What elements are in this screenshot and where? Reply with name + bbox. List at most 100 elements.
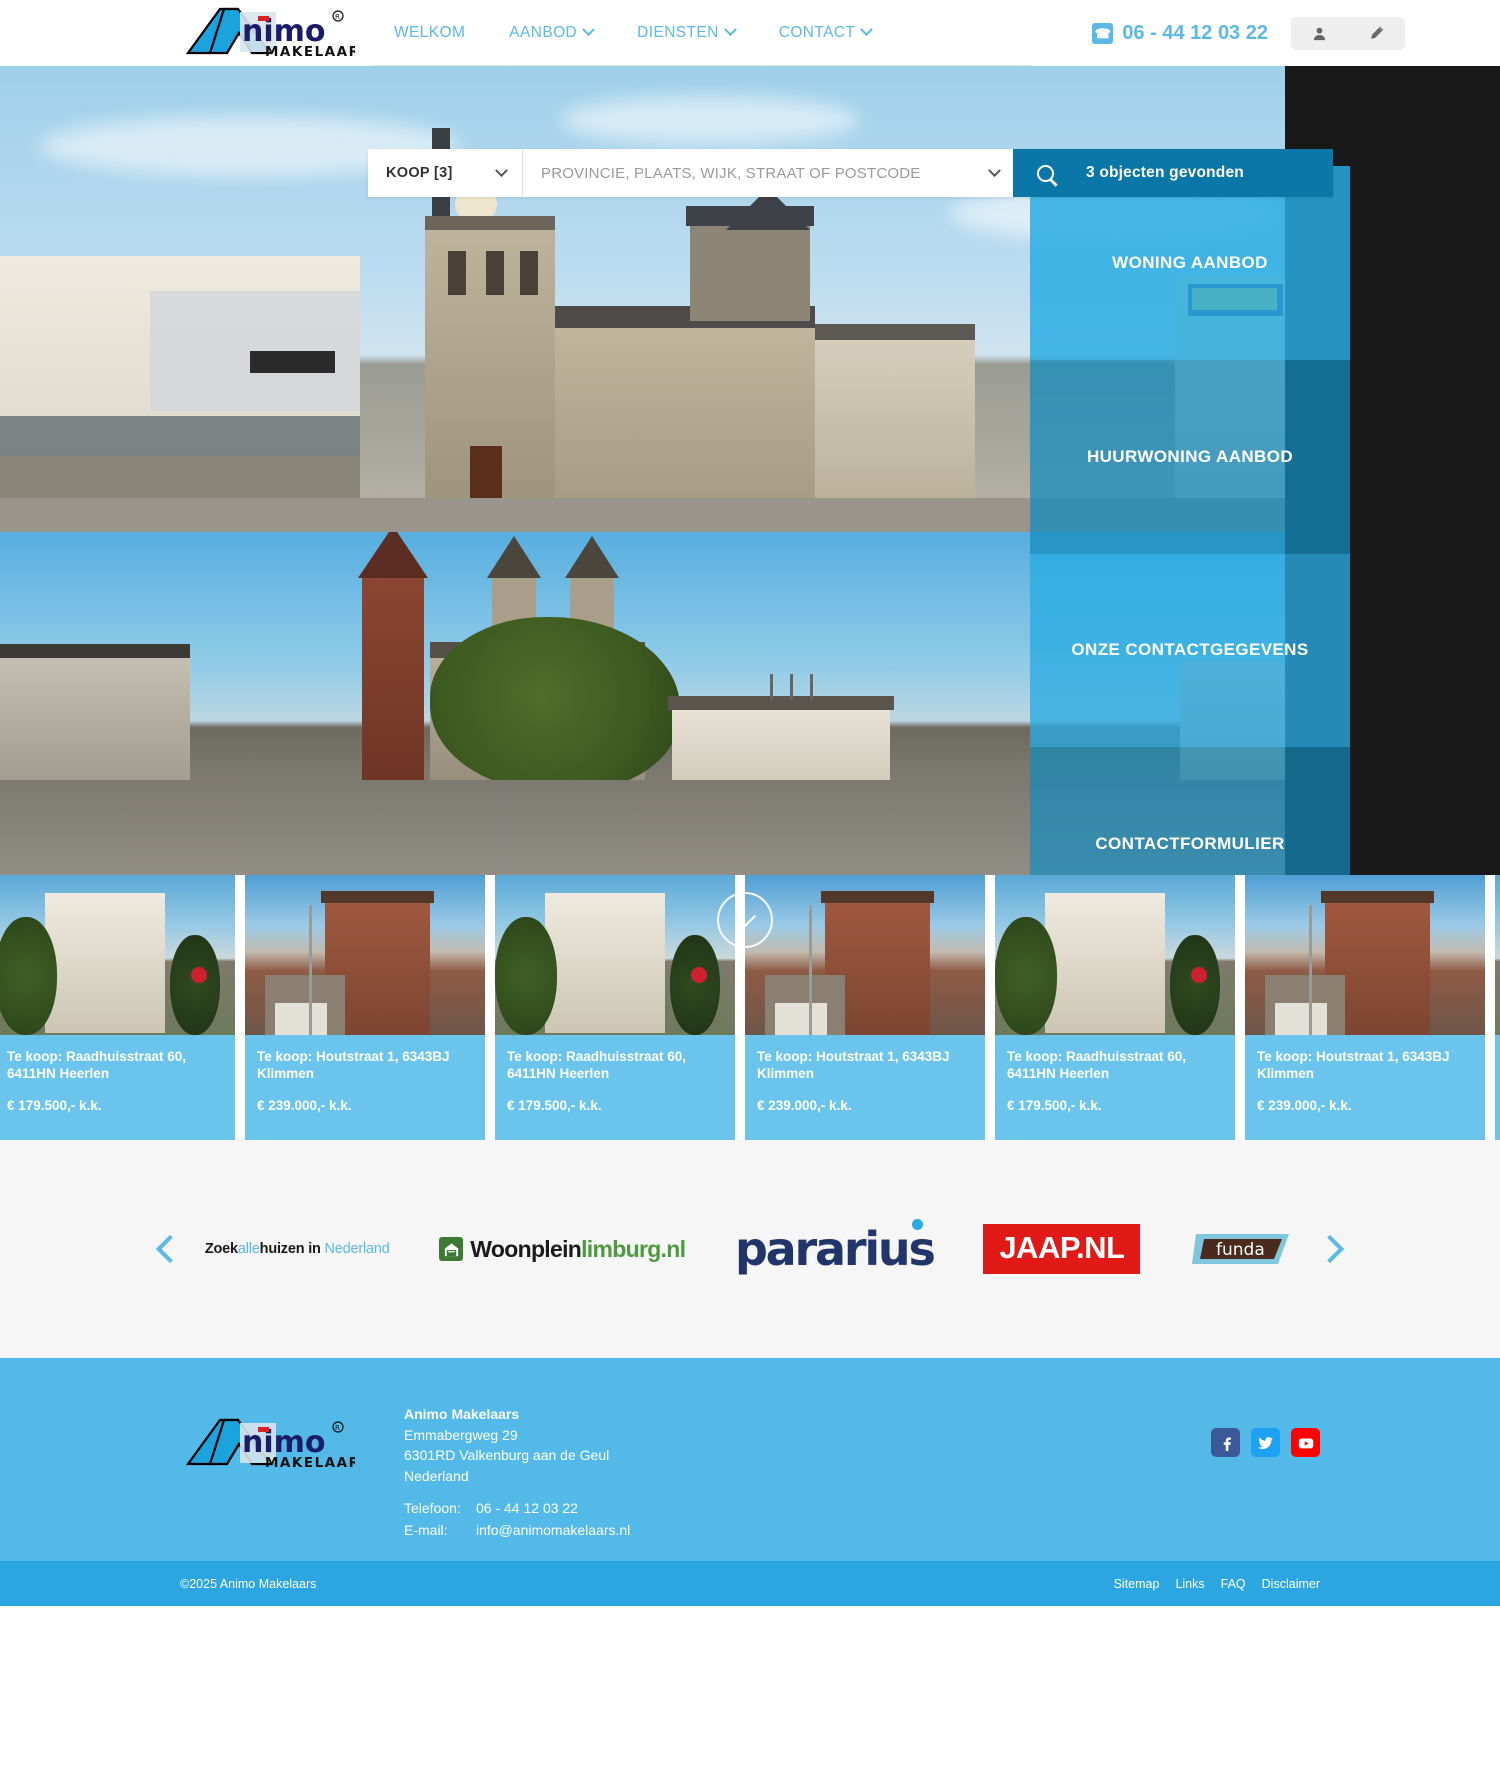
property-photo xyxy=(495,875,735,1035)
chevron-down-icon xyxy=(495,164,508,177)
chevron-down-icon xyxy=(860,23,873,36)
svg-text:MAKELAARS: MAKELAARS xyxy=(265,44,355,60)
footer-address: Animo Makelaars Emmabergweg 29 6301RD Va… xyxy=(404,1404,609,1487)
property-photo xyxy=(745,875,985,1035)
animo-logo-graphic: nimo R MAKELAARS xyxy=(180,3,355,61)
phone-icon: ☎ xyxy=(1092,23,1113,44)
property-photo xyxy=(1495,875,1500,1035)
partner-logo-jaapnl[interactable]: JAAP.NL xyxy=(983,1224,1140,1274)
nav-item-welkom[interactable]: WELKOM xyxy=(372,0,487,66)
property-title: Te koop: Raadhuisstraat 60, 6411HN Heerl… xyxy=(7,1048,223,1083)
footer-link-faq[interactable]: FAQ xyxy=(1221,1577,1246,1591)
property-card[interactable]: Te koop: Raadhuisstraat 60, 6411HN Heerl… xyxy=(495,875,735,1140)
search-submit-button[interactable]: 3 objecten gevonden xyxy=(1013,149,1333,197)
partner-logo-funda[interactable]: funda xyxy=(1190,1230,1295,1268)
nav-label: AANBOD xyxy=(509,0,577,66)
youtube-icon[interactable] xyxy=(1291,1428,1320,1457)
property-card[interactable]: Te koop: Raadhuisstraat 60, 6411HN Heerl… xyxy=(0,875,235,1140)
partner-logo-carousel: Zoekallehuizen in Nederland Woonpleinlim… xyxy=(0,1140,1500,1358)
property-info: Te koop: Houtstraat 1, 6343BJ Klimmen € … xyxy=(245,1035,485,1140)
search-location-input[interactable]: PROVINCIE, PLAATS, WIJK, STRAAT OF POSTC… xyxy=(523,149,1013,197)
property-price: € 239.000,- k.k. xyxy=(757,1098,973,1113)
site-footer: nimo R MAKELAARS Animo Makelaars Emmaber… xyxy=(0,1358,1500,1561)
footer-email-value[interactable]: info@animomakelaars.nl xyxy=(476,1520,630,1542)
property-price: € 179.500,- k.k. xyxy=(1007,1098,1223,1113)
tile-contactformulier[interactable]: CONTACTFORMULIER xyxy=(1030,747,1350,875)
nav-item-contact[interactable]: CONTACT xyxy=(757,0,894,66)
twitter-icon[interactable] xyxy=(1251,1428,1280,1457)
chevron-down-icon xyxy=(734,905,755,926)
hero-quick-links: WONING AANBOD HUURWONING AANBOD ONZE CON… xyxy=(1030,132,1350,875)
edit-button[interactable] xyxy=(1348,17,1405,50)
property-card[interactable]: Te koop: Raadhuisstraat 60, 6411HN Heerl… xyxy=(1495,875,1500,1140)
property-card[interactable]: Te koop: Houtstraat 1, 6343BJ Klimmen € … xyxy=(245,875,485,1140)
nav-item-aanbod[interactable]: AANBOD xyxy=(487,0,615,66)
user-icon xyxy=(1312,26,1327,41)
search-type-value: KOOP [3] xyxy=(386,165,453,181)
property-info: Te koop: Raadhuisstraat 60, 6411HN Heerl… xyxy=(1495,1035,1500,1140)
footer-phone-label: Telefoon: xyxy=(404,1498,476,1520)
property-card[interactable]: Te koop: Houtstraat 1, 6343BJ Klimmen € … xyxy=(745,875,985,1140)
funda-logo-graphic: funda xyxy=(1190,1230,1295,1268)
footer-country: Nederland xyxy=(404,1466,609,1487)
partner-logo-pararius[interactable]: pararius xyxy=(735,1222,934,1276)
tile-label: CONTACTFORMULIER xyxy=(1095,834,1284,854)
property-info: Te koop: Houtstraat 1, 6343BJ Klimmen € … xyxy=(745,1035,985,1140)
footer-logo[interactable]: nimo R MAKELAARS xyxy=(180,1414,355,1472)
logo-text: JAAP.NL xyxy=(983,1224,1140,1274)
site-header: nimo R MAKELAARS WELKOM AANBOD DIENSTEN … xyxy=(0,0,1500,66)
partner-logo-zoekallehuizen[interactable]: Zoekallehuizen in Nederland xyxy=(205,1241,390,1257)
tile-huurwoning-aanbod[interactable]: HUURWONING AANBOD xyxy=(1030,360,1350,554)
logo-text: Nederland xyxy=(325,1241,390,1257)
nav-item-diensten[interactable]: DIENSTEN xyxy=(615,0,757,66)
nav-label: DIENSTEN xyxy=(637,0,719,66)
logo-text: Zoek xyxy=(205,1241,238,1257)
nav-label: WELKOM xyxy=(394,0,465,66)
facebook-icon[interactable] xyxy=(1211,1428,1240,1457)
search-type-select[interactable]: KOOP [3] xyxy=(368,149,523,197)
property-info: Te koop: Raadhuisstraat 60, 6411HN Heerl… xyxy=(495,1035,735,1140)
search-input-placeholder: PROVINCIE, PLAATS, WIJK, STRAAT OF POSTC… xyxy=(541,165,921,182)
footer-phone-value[interactable]: 06 - 44 12 03 22 xyxy=(476,1498,578,1520)
logo-dot xyxy=(912,1219,923,1230)
property-card[interactable]: Te koop: Raadhuisstraat 60, 6411HN Heerl… xyxy=(995,875,1235,1140)
svg-text:R: R xyxy=(335,13,340,21)
footer-social-links xyxy=(1211,1428,1320,1457)
svg-text:funda: funda xyxy=(1216,1240,1265,1260)
partner-logo-woonpleinlimburg[interactable]: Woonpleinlimburg.nl xyxy=(439,1236,685,1263)
logo-text: huizen in xyxy=(260,1241,325,1257)
property-photo xyxy=(995,875,1235,1035)
footer-link-links[interactable]: Links xyxy=(1175,1577,1204,1591)
site-logo[interactable]: nimo R MAKELAARS xyxy=(180,3,355,61)
scroll-down-button[interactable] xyxy=(717,892,773,948)
property-price: € 239.000,- k.k. xyxy=(257,1098,473,1113)
property-search-bar: KOOP [3] PROVINCIE, PLAATS, WIJK, STRAAT… xyxy=(368,149,1333,197)
chevron-right-icon[interactable] xyxy=(1316,1235,1344,1263)
footer-link-disclaimer[interactable]: Disclaimer xyxy=(1262,1577,1320,1591)
pencil-icon xyxy=(1368,25,1385,42)
svg-text:R: R xyxy=(335,1424,340,1432)
tile-onze-contactgegevens[interactable]: ONZE CONTACTGEGEVENS xyxy=(1030,554,1350,748)
chevron-down-icon xyxy=(582,23,595,36)
header-phone[interactable]: ☎ 06 - 44 12 03 22 xyxy=(1092,0,1268,66)
header-phone-number: 06 - 44 12 03 22 xyxy=(1122,22,1268,45)
footer-contact: Telefoon: 06 - 44 12 03 22 E-mail: info@… xyxy=(404,1498,630,1541)
footer-links: Sitemap Links FAQ Disclaimer xyxy=(1114,1577,1320,1591)
animo-logo-graphic: nimo R MAKELAARS xyxy=(180,1414,355,1472)
property-photo xyxy=(0,875,235,1035)
page-root: nimo R MAKELAARS WELKOM AANBOD DIENSTEN … xyxy=(0,0,1500,1785)
property-title: Te koop: Raadhuisstraat 60, 6411HN Heerl… xyxy=(1007,1048,1223,1083)
account-button[interactable] xyxy=(1291,17,1348,50)
main-navigation: WELKOM AANBOD DIENSTEN CONTACT xyxy=(372,0,1032,66)
copyright-text: ©2025 Animo Makelaars xyxy=(180,1577,1114,1591)
logo-text: pararius xyxy=(735,1222,934,1276)
property-info: Te koop: Raadhuisstraat 60, 6411HN Heerl… xyxy=(0,1035,235,1140)
property-title: Te koop: Houtstraat 1, 6343BJ Klimmen xyxy=(757,1048,973,1083)
property-card[interactable]: Te koop: Houtstraat 1, 6343BJ Klimmen € … xyxy=(1245,875,1485,1140)
footer-link-sitemap[interactable]: Sitemap xyxy=(1114,1577,1160,1591)
tile-label: WONING AANBOD xyxy=(1112,253,1268,273)
nav-label: CONTACT xyxy=(779,0,856,66)
sub-footer: ©2025 Animo Makelaars Sitemap Links FAQ … xyxy=(0,1561,1500,1606)
property-title: Te koop: Houtstraat 1, 6343BJ Klimmen xyxy=(1257,1048,1473,1083)
property-title: Te koop: Houtstraat 1, 6343BJ Klimmen xyxy=(257,1048,473,1083)
